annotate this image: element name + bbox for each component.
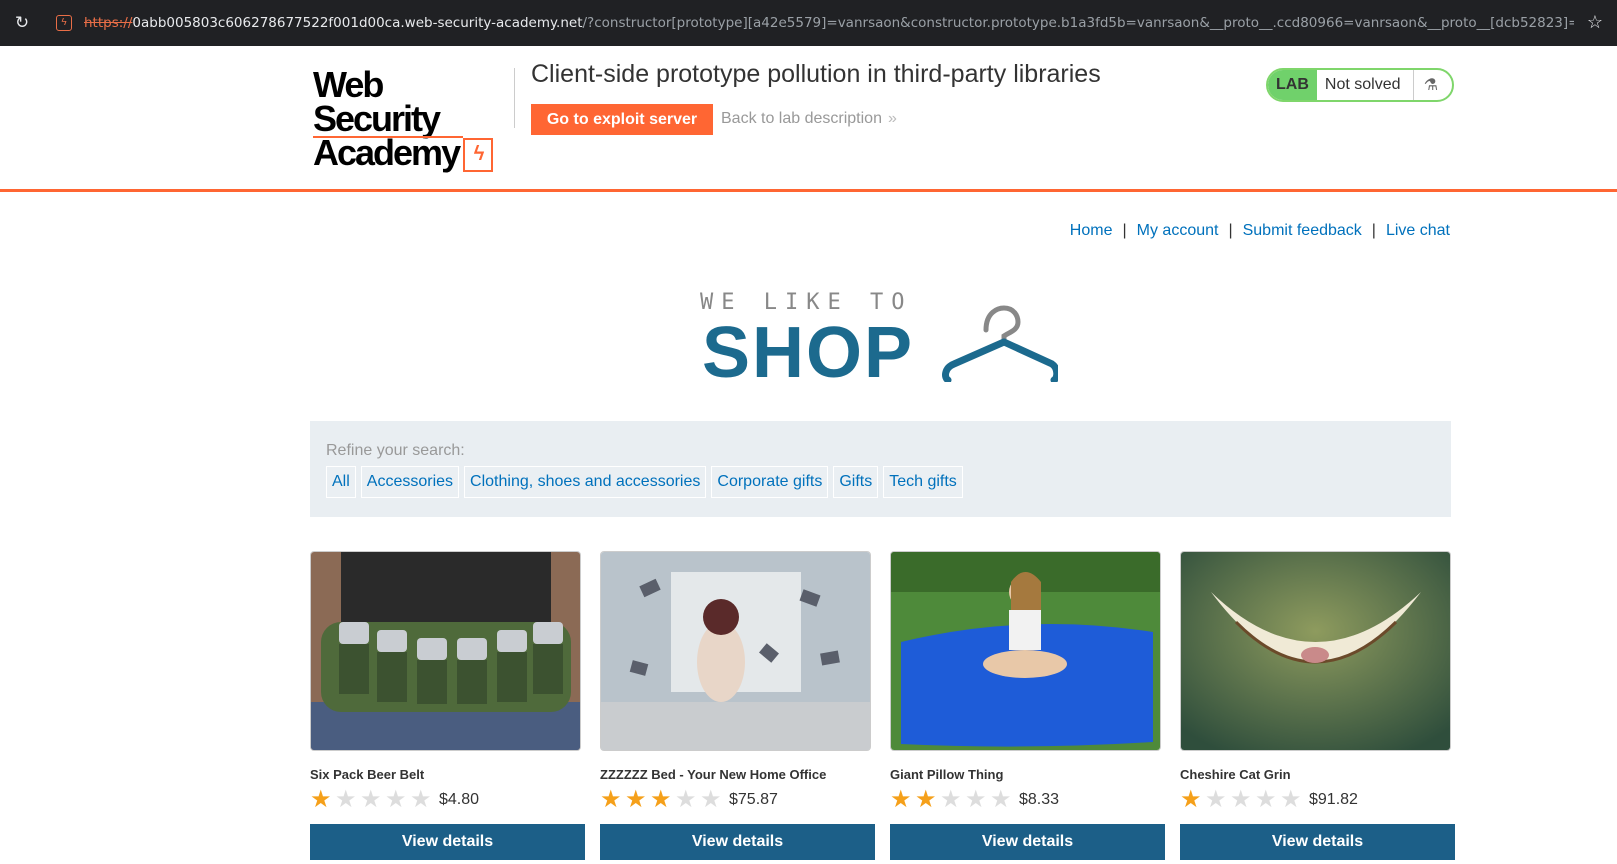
category-gifts[interactable]: Gifts bbox=[833, 466, 879, 498]
top-navigation: Home | My account | Submit feedback | Live cha… bbox=[1070, 222, 1450, 240]
view-details-button[interactable]: View details bbox=[310, 824, 585, 860]
product-meta: ★ ★ ★ ★ ★ $91.82 bbox=[1180, 788, 1451, 812]
lab-status-text: Not solved bbox=[1324, 76, 1401, 93]
category-tech-gifts[interactable]: Tech gifts bbox=[883, 466, 963, 498]
star-filled-icon: ★ bbox=[915, 786, 937, 813]
header-divider bbox=[514, 68, 515, 128]
product-grid: Six Pack Beer Belt ★ ★ ★ ★ ★ $4.80 View deta… bbox=[310, 551, 1455, 860]
coat-hanger-icon bbox=[942, 305, 1058, 382]
star-empty-icon: ★ bbox=[675, 786, 697, 813]
view-details-button[interactable]: View details bbox=[890, 824, 1165, 860]
nav-separator: | bbox=[1122, 222, 1127, 239]
product-image-giant-pillow[interactable] bbox=[890, 551, 1161, 751]
reload-icon[interactable]: ↻ bbox=[12, 13, 32, 33]
back-link-label: Back to lab description bbox=[721, 110, 882, 127]
flask-icon: ⚗ bbox=[1412, 70, 1448, 100]
shop-banner: WE LIKE TO SHOP bbox=[700, 290, 1060, 393]
rating-stars: ★ ★ ★ ★ ★ bbox=[1180, 788, 1305, 812]
address-bar[interactable]: https://0abb005803c606278677522f001d00ca… bbox=[84, 15, 1574, 31]
product-price: $8.33 bbox=[1019, 791, 1060, 808]
logo-line-1: Web Security bbox=[313, 64, 441, 139]
rating-stars: ★ ★ ★ ★ ★ bbox=[600, 788, 725, 812]
nav-live-chat-link[interactable]: Live chat bbox=[1386, 222, 1450, 239]
product-name: Cheshire Cat Grin bbox=[1180, 767, 1291, 782]
star-filled-icon: ★ bbox=[310, 786, 332, 813]
product-image-cheshire-cat-grin[interactable] bbox=[1180, 551, 1451, 751]
star-empty-icon: ★ bbox=[1230, 786, 1252, 813]
star-empty-icon: ★ bbox=[335, 786, 357, 813]
category-accessories[interactable]: Accessories bbox=[360, 466, 460, 498]
product-card: ZZZZZZ Bed - Your New Home Office ★ ★ ★ ★ ★ … bbox=[600, 551, 875, 860]
chevron-right-icon: » bbox=[887, 110, 897, 127]
product-price: $4.80 bbox=[439, 791, 480, 808]
star-empty-icon: ★ bbox=[1205, 786, 1227, 813]
star-empty-icon: ★ bbox=[410, 786, 432, 813]
star-filled-icon: ★ bbox=[625, 786, 647, 813]
product-name: Giant Pillow Thing bbox=[890, 767, 1004, 782]
logo-bolt-icon: ϟ bbox=[463, 138, 494, 173]
url-query: /?constructor[prototype][a42e5579]=vanrs… bbox=[582, 15, 1575, 31]
view-details-button[interactable]: View details bbox=[1180, 824, 1455, 860]
lab-title: Client-side prototype pollution in third… bbox=[531, 60, 1101, 88]
product-image-zzzzzz-bed[interactable] bbox=[600, 551, 871, 751]
star-empty-icon: ★ bbox=[360, 786, 382, 813]
star-empty-icon: ★ bbox=[1255, 786, 1277, 813]
star-empty-icon: ★ bbox=[700, 786, 722, 813]
star-filled-icon: ★ bbox=[1180, 786, 1202, 813]
browser-toolbar: ↻ ϟ https://0abb005803c606278677522f001d… bbox=[0, 0, 1617, 46]
star-empty-icon: ★ bbox=[385, 786, 407, 813]
product-meta: ★ ★ ★ ★ ★ $8.33 bbox=[890, 788, 1161, 812]
site-info-icon[interactable]: ϟ bbox=[56, 15, 72, 31]
product-price: $91.82 bbox=[1309, 791, 1358, 808]
logo-underline bbox=[313, 136, 463, 138]
star-filled-icon: ★ bbox=[650, 786, 672, 813]
category-all[interactable]: All bbox=[326, 466, 356, 498]
category-clothing[interactable]: Clothing, shoes and accessories bbox=[464, 466, 707, 498]
product-image-beer-belt[interactable] bbox=[310, 551, 581, 751]
logo-line-2-text: Academy bbox=[313, 132, 461, 173]
web-security-academy-logo[interactable]: Web Security Academy ϟ bbox=[313, 64, 513, 173]
product-name: Six Pack Beer Belt bbox=[310, 767, 425, 782]
product-name: ZZZZZZ Bed - Your New Home Office bbox=[600, 767, 827, 782]
star-filled-icon: ★ bbox=[600, 786, 622, 813]
academy-header: Web Security Academy ϟ Client-side protot… bbox=[0, 46, 1617, 192]
url-host: 0abb005803c606278677522f001d00ca.web-sec… bbox=[132, 15, 583, 31]
banner-shop-text: SHOP bbox=[702, 313, 915, 393]
star-empty-icon: ★ bbox=[940, 786, 962, 813]
lab-status-tag: LAB bbox=[1268, 70, 1317, 100]
url-scheme: https:// bbox=[84, 15, 133, 31]
product-price: $75.87 bbox=[729, 791, 778, 808]
logo-line-2: Academy ϟ bbox=[313, 135, 513, 173]
star-empty-icon: ★ bbox=[990, 786, 1012, 813]
product-card: Six Pack Beer Belt ★ ★ ★ ★ ★ $4.80 View deta… bbox=[310, 551, 585, 860]
view-details-button[interactable]: View details bbox=[600, 824, 875, 860]
star-empty-icon: ★ bbox=[965, 786, 987, 813]
go-to-exploit-server-button[interactable]: Go to exploit server bbox=[531, 104, 713, 135]
star-filled-icon: ★ bbox=[890, 786, 912, 813]
product-meta: ★ ★ ★ ★ ★ $4.80 bbox=[310, 788, 581, 812]
nav-home-link[interactable]: Home bbox=[1070, 222, 1113, 239]
product-card: Cheshire Cat Grin ★ ★ ★ ★ ★ $91.82 View deta… bbox=[1180, 551, 1455, 860]
category-corporate-gifts[interactable]: Corporate gifts bbox=[711, 466, 829, 498]
category-list: All Accessories Clothing, shoes and acce… bbox=[326, 466, 963, 498]
lab-status-widget: LAB Not solved ⚗ bbox=[1266, 68, 1454, 102]
nav-separator: | bbox=[1371, 222, 1376, 239]
bookmark-star-icon[interactable]: ☆ bbox=[1587, 12, 1603, 33]
rating-stars: ★ ★ ★ ★ ★ bbox=[310, 788, 435, 812]
nav-my-account-link[interactable]: My account bbox=[1137, 222, 1219, 239]
product-card: Giant Pillow Thing ★ ★ ★ ★ ★ $8.33 View deta… bbox=[890, 551, 1165, 860]
back-to-lab-description-link[interactable]: Back to lab description » bbox=[721, 110, 897, 128]
category-filter: Refine your search: All Accessories Clot… bbox=[310, 421, 1451, 517]
product-meta: ★ ★ ★ ★ ★ $75.87 bbox=[600, 788, 871, 812]
star-empty-icon: ★ bbox=[1280, 786, 1302, 813]
rating-stars: ★ ★ ★ ★ ★ bbox=[890, 788, 1015, 812]
nav-separator: | bbox=[1228, 222, 1233, 239]
filter-label: Refine your search: bbox=[326, 442, 465, 459]
nav-submit-feedback-link[interactable]: Submit feedback bbox=[1243, 222, 1362, 239]
